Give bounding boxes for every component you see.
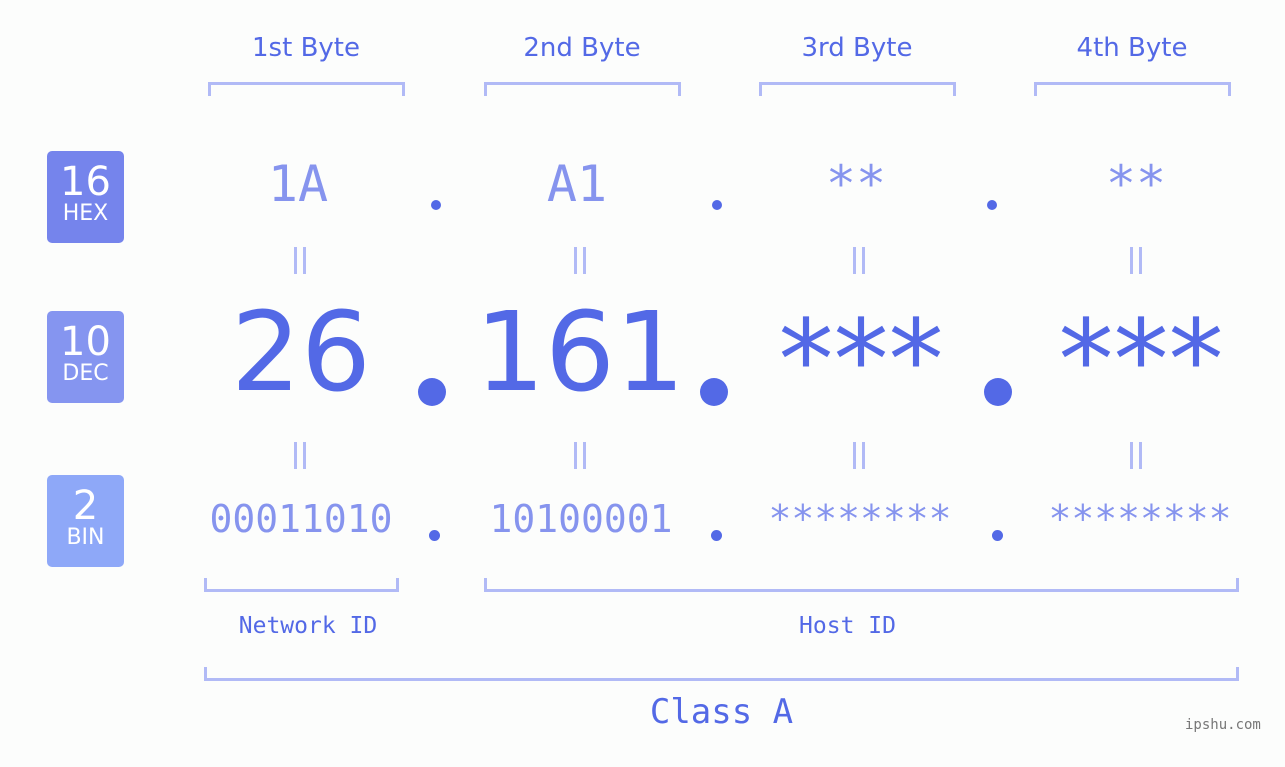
byte-bracket-4 [1034, 82, 1231, 96]
dec-dot-1 [418, 378, 446, 406]
bin-byte-1: 00011010 [209, 497, 393, 541]
bin-badge-label: BIN [66, 525, 105, 550]
equals-icon [851, 442, 867, 469]
hex-badge: 16 HEX [47, 151, 124, 243]
hex-dot-1 [431, 200, 441, 210]
hex-badge-number: 16 [60, 159, 111, 205]
bin-dot-2 [711, 530, 722, 541]
byte-bracket-1 [208, 82, 405, 96]
dec-byte-4: *** [1058, 296, 1224, 424]
equals-icon [1128, 442, 1144, 469]
equals-icon [292, 442, 308, 469]
byte-header-4: 4th Byte [1076, 33, 1188, 63]
bin-byte-4: ******** [1048, 497, 1232, 541]
class-label: Class A [649, 692, 794, 732]
dec-byte-1: 26 [231, 288, 371, 416]
dec-byte-3: *** [778, 296, 944, 424]
host-id-bracket [484, 578, 1239, 592]
network-id-bracket [204, 578, 399, 592]
bin-badge-number: 2 [72, 483, 99, 529]
class-bracket [204, 667, 1239, 681]
bin-dot-3 [992, 530, 1003, 541]
hex-byte-3: ** [825, 155, 887, 213]
bin-byte-2: 10100001 [489, 497, 673, 541]
dec-badge-label: DEC [62, 361, 109, 386]
byte-header-3: 3rd Byte [801, 33, 913, 63]
network-id-label: Network ID [238, 613, 378, 639]
hex-byte-1: 1A [267, 155, 329, 213]
equals-icon [1128, 247, 1144, 274]
equals-icon [851, 247, 867, 274]
hex-dot-2 [712, 200, 722, 210]
hex-badge-label: HEX [62, 201, 109, 226]
hex-byte-2: A1 [546, 155, 608, 213]
hex-dot-3 [987, 200, 997, 210]
byte-bracket-2 [484, 82, 681, 96]
watermark: ipshu.com [1185, 717, 1261, 733]
equals-icon [572, 442, 588, 469]
bin-badge: 2 BIN [47, 475, 124, 567]
bin-dot-1 [429, 530, 440, 541]
byte-bracket-3 [759, 82, 956, 96]
dec-dot-2 [700, 378, 728, 406]
dec-badge: 10 DEC [47, 311, 124, 403]
hex-byte-4: ** [1105, 155, 1167, 213]
dec-dot-3 [984, 378, 1012, 406]
equals-icon [572, 247, 588, 274]
equals-icon [292, 247, 308, 274]
byte-header-1: 1st Byte [252, 33, 360, 63]
host-id-label: Host ID [799, 613, 896, 639]
dec-badge-number: 10 [60, 319, 111, 365]
byte-header-2: 2nd Byte [523, 33, 641, 63]
bin-byte-3: ******** [768, 497, 952, 541]
dec-byte-2: 161 [475, 288, 685, 416]
